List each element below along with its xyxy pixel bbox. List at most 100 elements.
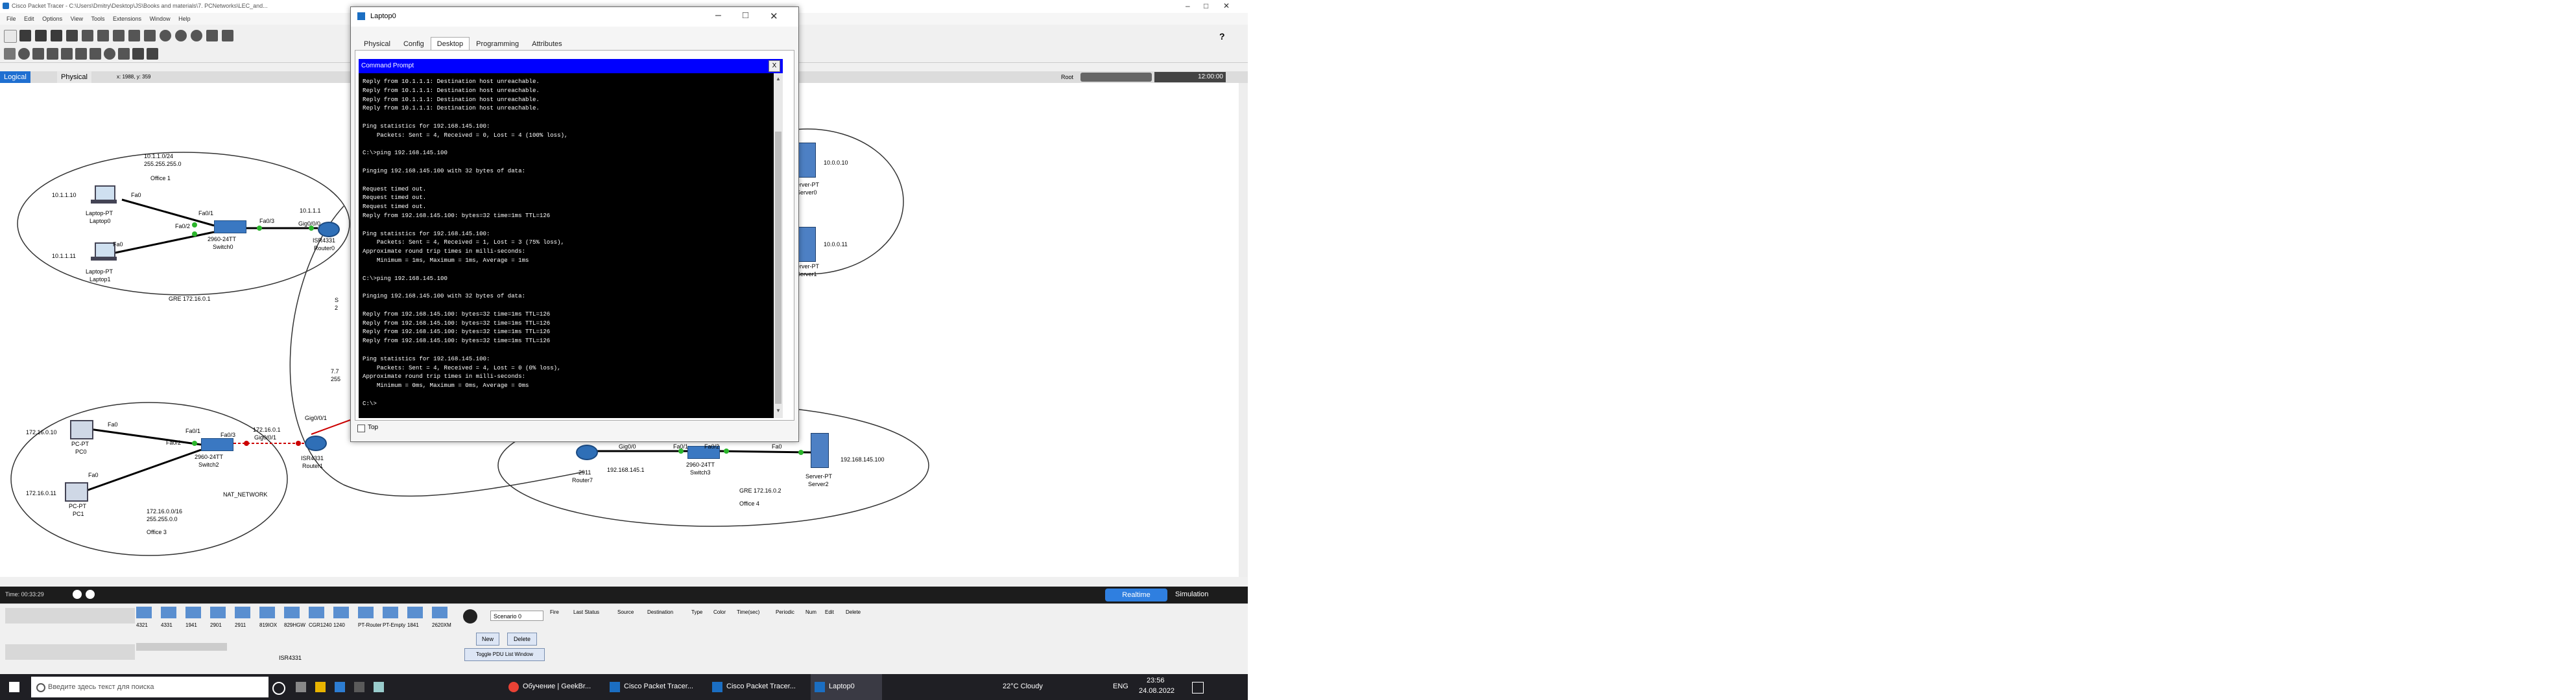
dialog-close-icon[interactable]: ✕	[770, 10, 778, 22]
redo-icon[interactable]	[144, 30, 156, 41]
language-indicator[interactable]: ENG	[1113, 682, 1128, 690]
view-controls[interactable]	[1080, 73, 1152, 82]
menu-edit[interactable]: Edit	[24, 13, 34, 25]
terminal-icon[interactable]	[354, 682, 364, 692]
task-view-icon[interactable]	[272, 682, 285, 695]
tab-programming[interactable]: Programming	[470, 37, 525, 51]
workspace-scrollbar[interactable]	[1239, 83, 1248, 577]
router-1941-icon[interactable]	[185, 607, 201, 618]
inspect-icon[interactable]	[18, 48, 30, 60]
router-829hgw-icon[interactable]	[284, 607, 300, 618]
new-file-icon[interactable]	[4, 30, 17, 43]
menu-help[interactable]: Help	[178, 13, 191, 25]
save-icon[interactable]	[51, 30, 62, 41]
taskbar-item-laptop0[interactable]: Laptop0	[811, 674, 882, 700]
open-folder2-icon[interactable]	[35, 30, 47, 41]
switch2-icon[interactable]	[201, 438, 233, 451]
tab-physical-dialog[interactable]: Physical	[357, 37, 397, 51]
print-icon[interactable]	[66, 30, 78, 41]
device-category-icons[interactable]	[5, 608, 135, 624]
device-list-scrollbar[interactable]	[136, 643, 227, 651]
router-pt-empty-icon[interactable]	[383, 607, 398, 618]
power-cycle-icon[interactable]	[73, 590, 82, 599]
pc1-icon[interactable]	[65, 482, 88, 502]
scroll-thumb[interactable]	[775, 132, 781, 404]
note-icon[interactable]	[61, 48, 73, 60]
help-icon[interactable]: ?	[1219, 31, 1225, 41]
pinned-app3-icon[interactable]	[374, 682, 384, 692]
ellipse-icon[interactable]	[104, 48, 115, 60]
pdu-fire-icon[interactable]	[463, 609, 477, 624]
tab-attributes[interactable]: Attributes	[525, 37, 568, 51]
delete-icon[interactable]	[32, 48, 44, 60]
zoom-out-icon[interactable]	[191, 30, 202, 41]
taskbar-item-pt1[interactable]: Cisco Packet Tracer...	[606, 674, 703, 700]
scenario-select[interactable]: Scenario 0	[490, 611, 543, 621]
taskbar-date[interactable]: 24.08.2022	[1139, 687, 1175, 695]
maximize-icon[interactable]: □	[1204, 1, 1208, 10]
undo-icon[interactable]	[128, 30, 140, 41]
router-2911-icon[interactable]	[235, 607, 250, 618]
delete-scenario-button[interactable]: Delete	[507, 633, 537, 646]
file-explorer-icon[interactable]	[315, 682, 326, 692]
switch0-icon[interactable]	[214, 220, 246, 233]
device-subcategory-icons[interactable]	[5, 644, 135, 660]
router-2901-icon[interactable]	[210, 607, 226, 618]
tab-desktop[interactable]: Desktop	[430, 37, 470, 51]
toggle-pdu-list-button[interactable]: Toggle PDU List Window	[464, 648, 545, 661]
paste-icon[interactable]	[113, 30, 125, 41]
dialog-maximize-icon[interactable]: □	[743, 10, 748, 21]
pc0-icon[interactable]	[70, 420, 93, 439]
rectangle-icon[interactable]	[89, 48, 101, 60]
simple-pdu-icon[interactable]	[132, 48, 144, 60]
laptop0-icon[interactable]	[91, 185, 117, 205]
new-scenario-button[interactable]: New	[476, 633, 499, 646]
scroll-down-icon[interactable]: ▼	[775, 408, 781, 414]
menu-tools[interactable]: Tools	[91, 13, 104, 25]
custom-device-icon[interactable]	[222, 30, 233, 41]
weather-widget[interactable]: 22°C Cloudy	[1003, 682, 1043, 690]
minimize-icon[interactable]: –	[1186, 1, 1190, 10]
complex-pdu-icon[interactable]	[147, 48, 158, 60]
router-4321-icon[interactable]	[136, 607, 152, 618]
realtime-button[interactable]: Realtime	[1105, 589, 1167, 601]
server1-icon[interactable]	[798, 227, 816, 262]
router-1240-icon[interactable]	[333, 607, 349, 618]
terminal-scrollbar[interactable]: ▲ ▼	[774, 73, 783, 418]
menu-options[interactable]: Options	[42, 13, 62, 25]
pinned-app-icon[interactable]	[296, 682, 306, 692]
menu-window[interactable]: Window	[150, 13, 171, 25]
router7-icon[interactable]	[576, 445, 598, 460]
select-icon[interactable]	[4, 48, 16, 60]
resize-icon[interactable]	[47, 48, 58, 60]
copy-icon[interactable]	[97, 30, 109, 41]
fast-forward-icon[interactable]	[86, 590, 95, 599]
menu-file[interactable]: File	[6, 13, 16, 25]
scroll-up-icon[interactable]: ▲	[775, 76, 781, 82]
router-cgr1240-icon[interactable]	[309, 607, 324, 618]
close-icon[interactable]: ✕	[1223, 1, 1230, 10]
activity-wizard-icon[interactable]	[82, 30, 93, 41]
menu-view[interactable]: View	[71, 13, 83, 25]
router1-icon[interactable]	[305, 436, 327, 451]
server0-icon[interactable]	[798, 143, 816, 178]
router0-icon[interactable]	[318, 222, 340, 237]
tab-physical[interactable]: Physical	[57, 71, 91, 83]
router-819iox-icon[interactable]	[259, 607, 275, 618]
taskbar-item-pt2[interactable]: Cisco Packet Tracer...	[708, 674, 805, 700]
notifications-icon[interactable]	[1192, 682, 1204, 694]
freeform-icon[interactable]	[118, 48, 130, 60]
top-checkbox[interactable]	[357, 425, 365, 432]
server2-icon[interactable]	[811, 433, 829, 468]
simulation-button[interactable]: Simulation	[1175, 590, 1208, 598]
line-icon[interactable]	[75, 48, 87, 60]
dialog-minimize-icon[interactable]: –	[715, 10, 721, 21]
router-2620xm-icon[interactable]	[432, 607, 447, 618]
taskbar-item-browser[interactable]: Обучение | GeekBr...	[505, 674, 602, 700]
cmd-close-button[interactable]: X	[769, 60, 780, 72]
palette-icon[interactable]	[206, 30, 218, 41]
open-folder-icon[interactable]	[19, 30, 31, 41]
taskbar-time[interactable]: 23:56	[1147, 677, 1165, 684]
pinned-app2-icon[interactable]	[335, 682, 345, 692]
router-pt-icon[interactable]	[358, 607, 374, 618]
